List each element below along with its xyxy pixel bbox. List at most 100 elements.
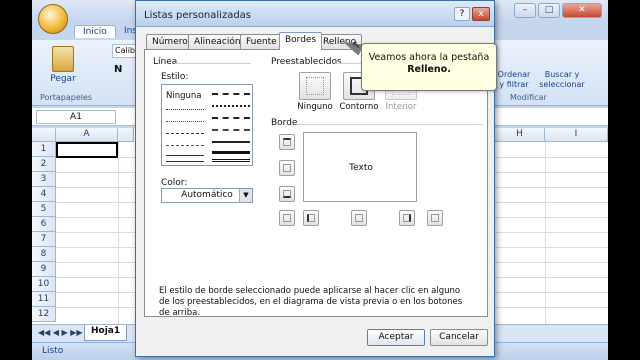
line-style-option[interactable] (212, 117, 250, 119)
find-select-button[interactable]: Buscar y seleccionar (536, 70, 588, 90)
border-preview-area[interactable]: Texto (303, 132, 417, 202)
bold-button[interactable]: N (114, 64, 122, 75)
mouse-pointer-icon: ↖ (352, 40, 361, 51)
help-button[interactable]: ? (454, 7, 470, 21)
sort-label-2: y filtrar (499, 80, 529, 89)
diagonal-up-icon (283, 214, 291, 222)
paste-button[interactable]: Pegar (46, 46, 80, 84)
column-header[interactable] (118, 128, 134, 142)
border-left-button[interactable] (303, 210, 319, 226)
select-all-corner[interactable] (32, 128, 56, 142)
column-header-h[interactable]: H (495, 128, 545, 142)
callout-line-1: Veamos ahora la pestaña (368, 52, 490, 63)
column-header-i[interactable]: I (545, 128, 608, 142)
find-label-1: Buscar y (544, 70, 580, 79)
border-group-title: Borde (271, 118, 298, 128)
row-header[interactable]: 2 (32, 157, 56, 172)
line-style-option[interactable] (166, 133, 204, 134)
border-diagonal-up-button[interactable] (279, 210, 295, 226)
line-style-list[interactable]: Ninguna (161, 84, 253, 166)
status-text: Listo (42, 346, 64, 356)
clipboard-icon (52, 46, 74, 72)
close-window-button[interactable]: ✕ (562, 3, 602, 18)
name-box[interactable]: A1 (36, 110, 116, 124)
border-left-icon (307, 214, 315, 222)
window-controls: – □ ✕ (514, 3, 602, 18)
row-header[interactable]: 3 (32, 172, 56, 187)
diagonal-down-icon (431, 214, 439, 222)
color-value: Automático (181, 190, 233, 200)
maximize-button[interactable]: □ (538, 3, 560, 18)
border-middle-horizontal-button[interactable] (279, 160, 295, 176)
border-center-icon (355, 214, 363, 222)
line-style-option[interactable] (166, 155, 204, 156)
clipboard-group-label: Portapapeles (40, 93, 93, 102)
row-header[interactable]: 7 (32, 232, 56, 247)
line-style-option[interactable] (212, 105, 250, 107)
group-divider (297, 124, 483, 125)
borders-description: El estilo de borde seleccionado puede ap… (159, 286, 463, 318)
ribbon-tab-inicio[interactable]: Inicio (74, 25, 116, 38)
paste-label: Pegar (50, 74, 76, 84)
tab-alineacion[interactable]: Alineación (188, 34, 247, 49)
preset-inside-label: Interior (385, 102, 417, 112)
tab-fuente[interactable]: Fuente (240, 34, 283, 49)
line-group-title: Línea (153, 57, 178, 67)
grid-line (545, 142, 546, 324)
line-style-option[interactable] (212, 93, 250, 95)
preset-none-label: Ninguno (297, 102, 333, 112)
row-header[interactable]: 10 (32, 277, 56, 292)
line-style-option[interactable] (166, 145, 204, 146)
callout-line-2: Relleno. (407, 64, 451, 75)
group-divider (175, 63, 251, 64)
dialog-title: Listas personalizadas (144, 10, 252, 21)
border-right-button[interactable] (399, 210, 415, 226)
line-style-option[interactable] (212, 159, 250, 162)
active-cell-a1[interactable] (56, 142, 118, 158)
row-header[interactable]: 1 (32, 142, 56, 157)
cancel-button[interactable]: Cancelar (430, 329, 488, 346)
line-style-option[interactable] (212, 129, 250, 131)
row-header[interactable]: 8 (32, 247, 56, 262)
office-button[interactable] (38, 4, 68, 34)
row-header[interactable]: 9 (32, 262, 56, 277)
line-style-option[interactable] (166, 161, 204, 162)
dialog-close-button[interactable]: x (472, 7, 490, 21)
column-header-a[interactable]: A (56, 128, 118, 142)
row-header[interactable]: 6 (32, 217, 56, 232)
accept-button[interactable]: Aceptar (367, 329, 425, 346)
border-middle-vertical-button[interactable] (351, 210, 367, 226)
sort-filter-button[interactable]: Ordenar y filtrar (492, 70, 536, 90)
line-style-option[interactable] (212, 151, 250, 154)
row-header[interactable]: 5 (32, 202, 56, 217)
minimize-button[interactable]: – (514, 3, 536, 18)
style-label: Estilo: (161, 72, 189, 82)
preview-text: Texto (349, 163, 373, 173)
preset-none-button[interactable] (299, 72, 331, 100)
border-bottom-icon (283, 190, 291, 198)
border-top-button[interactable] (279, 134, 295, 150)
border-bottom-button[interactable] (279, 186, 295, 202)
sheet-nav-arrows-icon[interactable]: ◀◀ ◀ ▶ ▶▶ (38, 328, 83, 337)
tab-bordes[interactable]: Bordes (279, 32, 323, 50)
preset-outline-label: Contorno (339, 102, 379, 112)
sheet-tab-hoja1[interactable]: Hoja1 (84, 325, 128, 341)
line-style-option[interactable] (212, 141, 250, 143)
color-label: Color: (161, 178, 188, 188)
presets-group-title: Preestablecidos (271, 57, 342, 67)
border-middle-icon (283, 164, 291, 172)
dialog-title-bar: Listas personalizadas ? x (136, 1, 494, 27)
row-header[interactable]: 12 (32, 307, 56, 322)
tab-numero[interactable]: Número (146, 34, 194, 49)
border-diagonal-down-button[interactable] (427, 210, 443, 226)
line-style-option[interactable] (166, 109, 204, 110)
find-label-2: seleccionar (539, 80, 585, 89)
color-dropdown[interactable]: Automático ▼ (161, 188, 253, 203)
excel-window: – □ ✕ Inicio Ins Pegar Portapapeles Cali… (32, 0, 608, 360)
border-right-icon (403, 214, 411, 222)
row-header[interactable]: 11 (32, 292, 56, 307)
tutorial-callout: Veamos ahora la pestaña Relleno. (361, 43, 497, 91)
line-style-option[interactable] (166, 121, 204, 122)
style-none-option[interactable]: Ninguna (166, 91, 202, 101)
row-header[interactable]: 4 (32, 187, 56, 202)
